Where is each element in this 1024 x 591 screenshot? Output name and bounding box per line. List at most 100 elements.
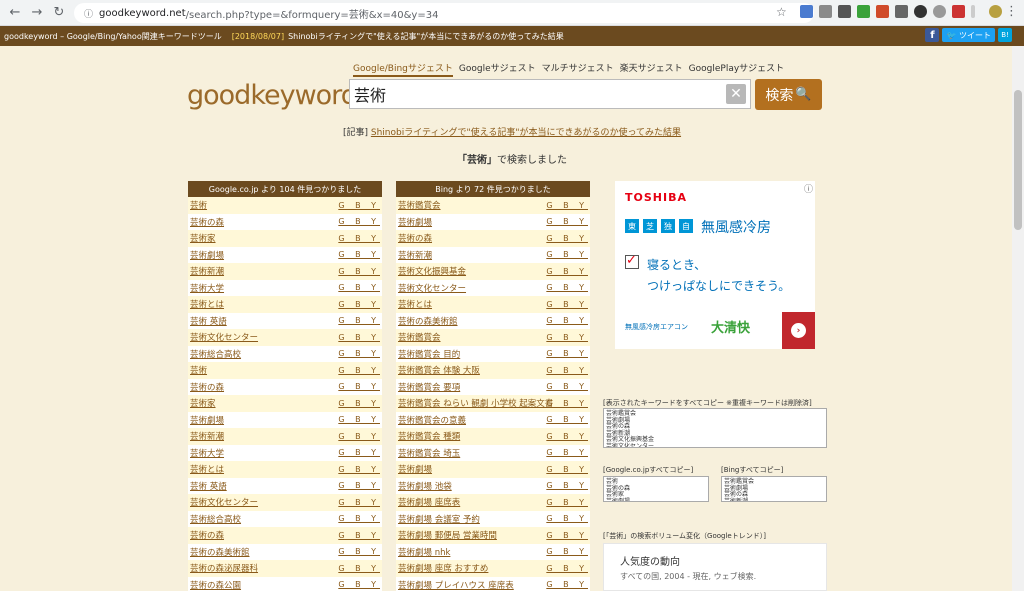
extension-icon[interactable] bbox=[857, 5, 870, 18]
drive-extension-icon[interactable] bbox=[819, 5, 832, 18]
keyword-link[interactable]: 芸術の森公園 bbox=[190, 579, 241, 591]
engine-links[interactable]: G B Y bbox=[546, 415, 588, 424]
news-link[interactable]: Shinobiライティングで"使える記事"が本当にできあがるのか使ってみた結果 bbox=[288, 31, 564, 42]
article-link[interactable]: Shinobiライティングで"使える記事"が本当にできあがるのか使ってみた結果 bbox=[371, 128, 681, 138]
extension-icon[interactable] bbox=[838, 5, 851, 18]
keyword-link[interactable]: 芸術 英語 bbox=[190, 315, 227, 327]
engine-links[interactable]: G B Y bbox=[338, 498, 380, 507]
keyword-link[interactable]: 芸術鑑賞会 目的 bbox=[398, 348, 460, 360]
engine-links[interactable]: G B Y bbox=[546, 382, 588, 391]
engine-links[interactable]: G B Y bbox=[338, 234, 380, 243]
extension-icon[interactable] bbox=[876, 5, 889, 18]
site-title[interactable]: goodkeyword – Google/Bing/Yahoo関連キーワードツー… bbox=[4, 31, 222, 42]
engine-links[interactable]: G B Y bbox=[338, 250, 380, 259]
site-logo[interactable]: goodkeyword bbox=[187, 80, 358, 111]
info-icon[interactable]: ⓘ bbox=[84, 7, 93, 20]
tab-google[interactable]: Googleサジェスト bbox=[459, 61, 536, 77]
engine-links[interactable]: G B Y bbox=[546, 300, 588, 309]
engine-links[interactable]: G B Y bbox=[338, 201, 380, 210]
keyword-link[interactable]: 芸術の森 bbox=[190, 529, 224, 541]
keyword-link[interactable]: 芸術とは bbox=[398, 298, 432, 310]
keyword-link[interactable]: 芸術劇場 座席 おすすめ bbox=[398, 562, 488, 574]
engine-links[interactable]: G B Y bbox=[338, 547, 380, 556]
engine-links[interactable]: G B Y bbox=[338, 366, 380, 375]
keyword-link[interactable]: 芸術文化センター bbox=[190, 331, 258, 343]
keyword-link[interactable]: 芸術家 bbox=[190, 232, 216, 244]
hatena-bookmark-button[interactable]: B! bbox=[998, 28, 1012, 42]
keyword-link[interactable]: 芸術の森 bbox=[190, 216, 224, 228]
extension-icon[interactable] bbox=[914, 5, 927, 18]
clear-search-button[interactable]: ✕ bbox=[726, 84, 746, 104]
engine-links[interactable]: G B Y bbox=[338, 432, 380, 441]
engine-links[interactable]: G B Y bbox=[546, 498, 588, 507]
engine-links[interactable]: G B Y bbox=[546, 234, 588, 243]
engine-links[interactable]: G B Y bbox=[338, 399, 380, 408]
engine-links[interactable]: G B Y bbox=[546, 267, 588, 276]
engine-links[interactable]: G B Y bbox=[338, 217, 380, 226]
engine-links[interactable]: G B Y bbox=[338, 349, 380, 358]
ad-info-icon[interactable]: ⓘ bbox=[804, 182, 813, 195]
engine-links[interactable]: G B Y bbox=[546, 514, 588, 523]
keyword-link[interactable]: 芸術の森美術館 bbox=[398, 315, 458, 327]
translate-extension-icon[interactable] bbox=[800, 5, 813, 18]
keyword-link[interactable]: 芸術総合高校 bbox=[190, 348, 241, 360]
engine-links[interactable]: G B Y bbox=[546, 547, 588, 556]
search-button[interactable]: 検索 🔍 bbox=[755, 79, 822, 110]
reload-icon[interactable]: ↻ bbox=[48, 2, 70, 24]
engine-links[interactable]: G B Y bbox=[546, 399, 588, 408]
advertisement[interactable]: ⓘ TOSHIBA 東 芝 独 自 無風感冷房 ✓ 寝るとき、 つけっぱなしにで… bbox=[615, 181, 815, 349]
engine-links[interactable]: G B Y bbox=[546, 201, 588, 210]
keyword-link[interactable]: 芸術劇場 nhk bbox=[398, 546, 450, 558]
engine-links[interactable]: G B Y bbox=[546, 349, 588, 358]
keyword-link[interactable]: 芸術とは bbox=[190, 298, 224, 310]
keyword-link[interactable]: 芸術文化センター bbox=[398, 282, 466, 294]
keyword-link[interactable]: 芸術鑑賞会の意義 bbox=[398, 414, 466, 426]
engine-links[interactable]: G B Y bbox=[338, 448, 380, 457]
engine-links[interactable]: G B Y bbox=[546, 465, 588, 474]
tab-multi[interactable]: マルチサジェスト bbox=[542, 61, 614, 77]
keyword-link[interactable]: 芸術の森 bbox=[190, 381, 224, 393]
keyword-link[interactable]: 芸術大学 bbox=[190, 447, 224, 459]
tab-rakuten[interactable]: 楽天サジェスト bbox=[620, 61, 683, 77]
engine-links[interactable]: G B Y bbox=[338, 415, 380, 424]
keyword-link[interactable]: 芸術とは bbox=[190, 463, 224, 475]
keyword-link[interactable]: 芸術家 bbox=[190, 397, 216, 409]
engine-links[interactable]: G B Y bbox=[338, 300, 380, 309]
engine-links[interactable]: G B Y bbox=[546, 580, 588, 589]
keyword-link[interactable]: 芸術の森美術館 bbox=[190, 546, 250, 558]
facebook-share-button[interactable]: f bbox=[925, 28, 940, 42]
keyword-link[interactable]: 芸術鑑賞会 埼玉 bbox=[398, 447, 460, 459]
keyword-link[interactable]: 芸術文化振興基金 bbox=[398, 265, 466, 277]
keyword-link[interactable]: 芸術鑑賞会 要項 bbox=[398, 381, 460, 393]
engine-links[interactable]: G B Y bbox=[338, 382, 380, 391]
copy-google-textarea[interactable]: 芸術 芸術の森 芸術家 芸術劇場 bbox=[603, 476, 709, 502]
keyword-link[interactable]: 芸術鑑賞会 ねらい 観劇 小学校 起案文書 bbox=[398, 397, 553, 409]
forward-icon[interactable]: → bbox=[26, 2, 48, 24]
address-bar[interactable]: ⓘ goodkeyword.net /search.php?type=&form… bbox=[74, 3, 814, 23]
keyword-link[interactable]: 芸術劇場 bbox=[190, 249, 224, 261]
bookmark-star-icon[interactable]: ☆ bbox=[776, 5, 787, 19]
keyword-link[interactable]: 芸術劇場 座席表 bbox=[398, 496, 460, 508]
engine-links[interactable]: G B Y bbox=[338, 481, 380, 490]
keyword-link[interactable]: 芸術劇場 bbox=[398, 463, 432, 475]
engine-links[interactable]: G B Y bbox=[546, 283, 588, 292]
keyword-link[interactable]: 芸術総合高校 bbox=[190, 513, 241, 525]
keyword-link[interactable]: 芸術新潮 bbox=[398, 249, 432, 261]
engine-links[interactable]: G B Y bbox=[338, 580, 380, 589]
keyword-link[interactable]: 芸術劇場 池袋 bbox=[398, 480, 452, 492]
keyword-link[interactable]: 芸術の森泌尿器科 bbox=[190, 562, 258, 574]
keyword-link[interactable]: 芸術劇場 bbox=[190, 414, 224, 426]
keyword-link[interactable]: 芸術新潮 bbox=[190, 430, 224, 442]
keyword-link[interactable]: 芸術鑑賞会 bbox=[398, 331, 441, 343]
back-icon[interactable]: ← bbox=[4, 2, 26, 24]
tab-google-bing[interactable]: Google/Bingサジェスト bbox=[353, 61, 453, 77]
engine-links[interactable]: G B Y bbox=[546, 316, 588, 325]
keyword-link[interactable]: 芸術 英語 bbox=[190, 480, 227, 492]
keyword-link[interactable]: 芸術鑑賞会 bbox=[398, 199, 441, 211]
ad-cta-button[interactable]: › bbox=[782, 312, 815, 349]
keyword-link[interactable]: 芸術文化センター bbox=[190, 496, 258, 508]
keyword-link[interactable]: 芸術劇場 プレイハウス 座席表 bbox=[398, 579, 514, 591]
engine-links[interactable]: G B Y bbox=[546, 564, 588, 573]
keyword-link[interactable]: 芸術 bbox=[190, 199, 207, 211]
extension-icon[interactable] bbox=[895, 5, 908, 18]
